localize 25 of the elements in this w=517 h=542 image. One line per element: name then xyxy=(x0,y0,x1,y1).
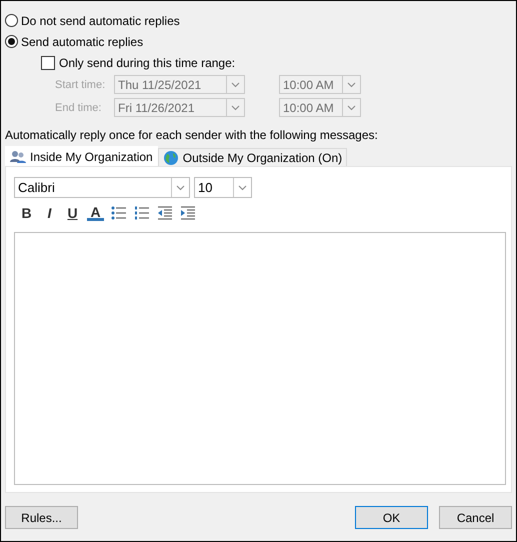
radio-label: Send automatic replies xyxy=(21,34,144,48)
font-color-button[interactable]: A xyxy=(87,206,104,220)
instruction-text: Automatically reply once for each sender with the following messages: xyxy=(5,128,379,144)
tab[interactable]: Inside My Organization xyxy=(5,146,158,166)
outdent-icon[interactable] xyxy=(156,204,173,222)
radio-button[interactable] xyxy=(5,35,18,48)
button[interactable]: OK xyxy=(355,506,428,529)
checkbox-label: Only send during this time range: xyxy=(59,56,236,70)
globe-icon xyxy=(162,150,179,166)
radio-label: Do not send automatic replies xyxy=(21,14,180,28)
button[interactable]: Rules... xyxy=(5,506,78,529)
tab[interactable]: Outside My Organization (On) xyxy=(158,148,348,166)
font-dropdown[interactable]: Calibri xyxy=(14,177,190,198)
field-label: Start time: xyxy=(55,78,106,90)
button[interactable]: Cancel xyxy=(439,506,512,529)
italic-button[interactable]: I xyxy=(41,204,58,222)
radio-button[interactable] xyxy=(5,14,18,27)
bullets-icon[interactable] xyxy=(110,204,127,222)
bold-button[interactable]: B xyxy=(18,204,35,222)
field-label: End time: xyxy=(55,102,102,114)
size-dropdown[interactable]: 10 xyxy=(194,177,252,198)
people-icon xyxy=(10,150,26,164)
indent-icon[interactable] xyxy=(179,204,196,222)
underline-button[interactable]: U xyxy=(64,204,81,222)
numbering-icon[interactable] xyxy=(133,204,150,222)
